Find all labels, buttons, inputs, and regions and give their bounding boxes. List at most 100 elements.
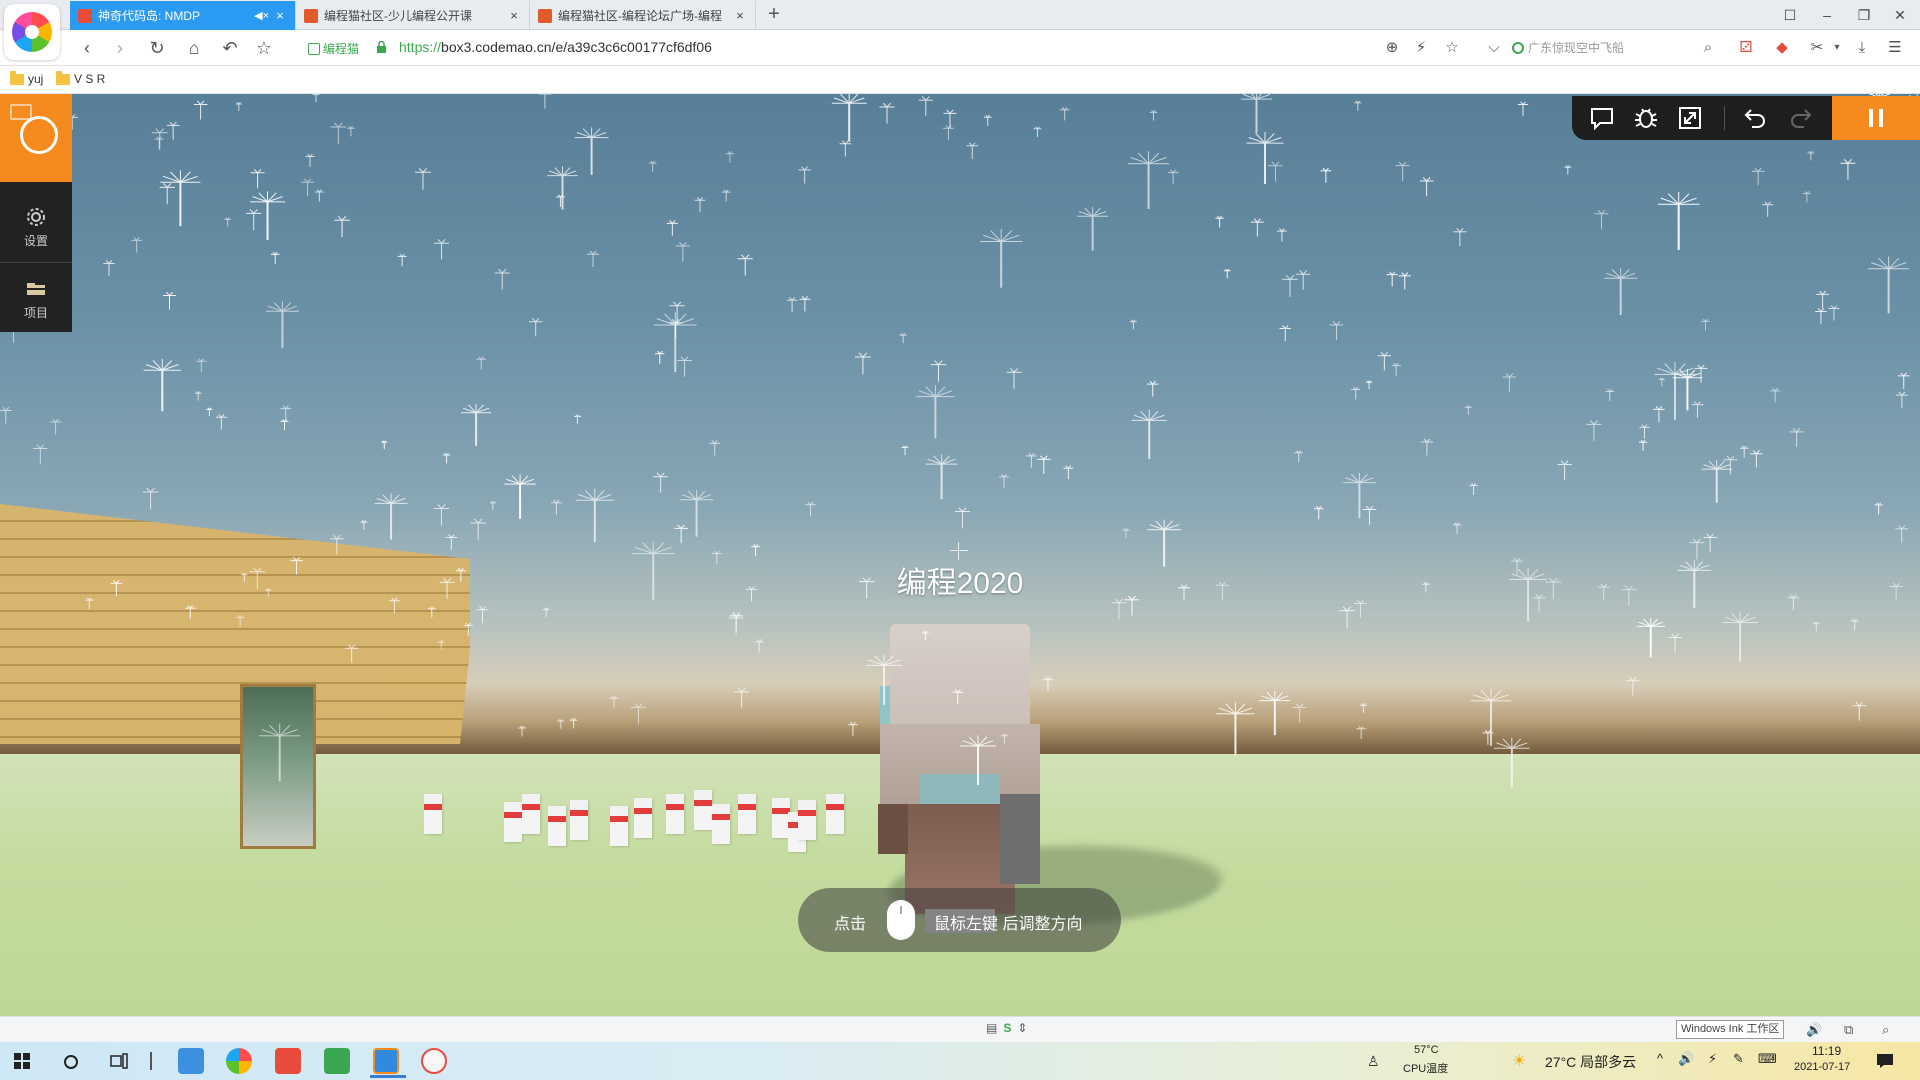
bookmark-folder[interactable]: V S R — [56, 70, 106, 86]
home-button[interactable]: ⌂ — [182, 36, 206, 60]
dandelion-seed — [270, 251, 280, 264]
class-app-icon[interactable] — [324, 1048, 350, 1074]
download-icon[interactable]: ⤓ — [1852, 38, 1872, 58]
bottle-prop — [548, 806, 566, 846]
tab-close-icon[interactable]: × — [273, 8, 287, 23]
game-controller-icon[interactable]: ◆ — [1772, 38, 1792, 58]
notification-icon[interactable] — [1876, 1053, 1894, 1069]
side-item-project[interactable]: 项目 — [0, 264, 72, 334]
tray-chevron-icon[interactable]: ^ — [1657, 1051, 1663, 1066]
dandelion-seed — [630, 703, 647, 725]
scissors-icon[interactable]: ✂ — [1807, 38, 1827, 58]
address-input[interactable]: https://box3.codemao.cn/e/a39c3c6c00177c… — [399, 39, 712, 55]
pen-icon[interactable]: ✎ — [1733, 1051, 1744, 1067]
dandelion-seed — [1006, 367, 1022, 389]
weather-text[interactable]: 27°C 局部多云 — [1545, 1052, 1636, 1072]
codemao-app-icon[interactable] — [275, 1048, 301, 1074]
zoom-icon[interactable]: ⌕ — [1882, 1022, 1889, 1038]
windows-start-icon[interactable] — [14, 1053, 30, 1069]
redo-icon[interactable] — [1786, 104, 1814, 132]
speaker-icon[interactable]: 🔊 — [1678, 1051, 1694, 1067]
dandelion-seed — [1787, 594, 1800, 611]
bookmark-star-icon[interactable]: ☆ — [1442, 38, 1462, 58]
power-icon[interactable]: ⚡ — [1708, 1051, 1717, 1067]
codemao-logo-button[interactable] — [0, 94, 72, 182]
dandelion-seed — [1694, 364, 1708, 383]
chevron-down-icon[interactable]: ▾ — [1827, 38, 1847, 58]
reload-button[interactable]: ↻ — [145, 36, 169, 60]
dropdown-icon[interactable]: ⌵ — [1484, 38, 1504, 58]
feishu-app-icon[interactable] — [370, 1048, 406, 1078]
dandelion-seed — [360, 519, 368, 530]
dandelion-seed — [494, 268, 510, 290]
menu-icon[interactable]: ☰ — [1885, 38, 1905, 58]
fullscreen-icon[interactable] — [1676, 104, 1704, 132]
dandelion-seed — [725, 151, 735, 163]
dandelion-seed — [943, 125, 955, 141]
codemao-favicon-icon — [538, 8, 552, 23]
editor-app-icon[interactable] — [421, 1048, 447, 1074]
tab[interactable]: 编程猫社区-少儿编程公开课 × — [296, 1, 530, 30]
forward-button[interactable]: › — [108, 36, 132, 60]
tab[interactable]: 编程猫社区-编程论坛广场-编程 × — [530, 1, 756, 30]
undo-icon[interactable] — [1742, 104, 1770, 132]
dandelion-seed — [918, 96, 933, 116]
status-sort-icon[interactable]: ⇕ — [1017, 1021, 1027, 1035]
search-input[interactable]: 广东惊现空中飞船 — [1510, 36, 1722, 60]
dandelion-seed — [677, 356, 692, 377]
close-window-button[interactable]: ✕ — [1888, 4, 1912, 26]
back-button[interactable]: ‹ — [75, 36, 99, 60]
dandelion-seed — [301, 178, 314, 197]
pause-button[interactable] — [1832, 96, 1920, 140]
extension-icon[interactable]: ⊕ — [1382, 38, 1402, 58]
favorite-button[interactable]: ☆ — [252, 36, 276, 60]
dandelion-seed — [1453, 228, 1467, 247]
undo-close-button[interactable]: ↶ — [218, 36, 242, 60]
game-viewport[interactable]: 编程2020 点击 鼠标左键 后调整方向 设置 项目 — [0, 94, 1920, 1016]
site-safe-badge[interactable]: 编程猫 — [308, 40, 359, 57]
chat-icon[interactable] — [1588, 104, 1616, 132]
clock-date[interactable]: 2021-07-17 — [1794, 1061, 1850, 1073]
dandelion-seed — [854, 352, 871, 375]
speaker-mute-icon[interactable]: ◀× — [254, 9, 269, 22]
status-s-icon[interactable]: S — [1003, 1021, 1011, 1035]
dandelion-seed — [445, 534, 458, 551]
bug-icon[interactable] — [1632, 104, 1660, 132]
dandelion-seed — [1240, 94, 1273, 134]
dandelion-seed — [709, 440, 721, 456]
status-doc-icon[interactable]: ▤ — [986, 1021, 997, 1035]
dandelion-seed — [1750, 450, 1763, 468]
person-icon[interactable]: ♙ — [1367, 1053, 1380, 1070]
dandelion-seed — [1597, 583, 1610, 601]
clock-time[interactable]: 11:19 — [1812, 1044, 1841, 1058]
browser-logo-icon[interactable] — [4, 4, 60, 60]
search-icon[interactable]: ⌕ — [1698, 38, 1718, 58]
dandelion-seed — [414, 167, 431, 190]
maximize-button[interactable]: ❐ — [1852, 4, 1876, 26]
dandelion-seed — [1668, 633, 1683, 653]
speed-mode-icon[interactable]: ⚡ — [1411, 38, 1431, 58]
window-restore-icon[interactable]: ⧉ — [1844, 1022, 1853, 1038]
bookmark-folder[interactable]: yuj — [10, 70, 43, 86]
minimize-button[interactable]: – — [1815, 4, 1839, 26]
side-item-settings[interactable]: 设置 — [0, 192, 72, 262]
volume-icon[interactable]: 🔊 — [1806, 1022, 1822, 1038]
dandelion-seed — [632, 540, 675, 600]
tab-close-icon[interactable]: × — [733, 8, 747, 23]
dandelion-seed — [1605, 388, 1615, 401]
tab-active[interactable]: 神奇代码岛: NMDP ◀× × — [70, 1, 296, 30]
dandelion-seed — [587, 250, 599, 268]
dandelion-seed — [1146, 380, 1159, 397]
weather-icon[interactable]: ☀ — [1512, 1051, 1526, 1071]
task-view-icon[interactable] — [110, 1053, 128, 1069]
app-paint-icon[interactable] — [178, 1048, 204, 1074]
browser-app-icon[interactable] — [226, 1048, 252, 1074]
cortana-icon[interactable] — [63, 1054, 79, 1070]
dandelion-seed — [1815, 308, 1827, 325]
bookmark-label: V S R — [74, 72, 106, 86]
apps-icon[interactable]: ⚂ — [1736, 38, 1756, 58]
tab-close-icon[interactable]: × — [507, 8, 521, 23]
keyboard-icon[interactable]: ⌨ — [1758, 1051, 1777, 1067]
new-tab-button[interactable]: + — [762, 3, 786, 27]
shirt-skin-icon[interactable]: ☐ — [1778, 4, 1802, 26]
